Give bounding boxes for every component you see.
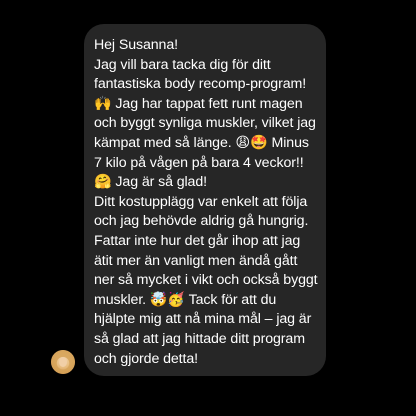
sender-avatar[interactable] — [51, 350, 75, 374]
avatar-face — [59, 357, 67, 367]
chat-screen: Hej Susanna! Jag vill bara tacka dig för… — [0, 0, 416, 416]
message-text: Hej Susanna! Jag vill bara tacka dig för… — [94, 37, 318, 367]
message-bubble[interactable]: Hej Susanna! Jag vill bara tacka dig för… — [84, 24, 326, 376]
